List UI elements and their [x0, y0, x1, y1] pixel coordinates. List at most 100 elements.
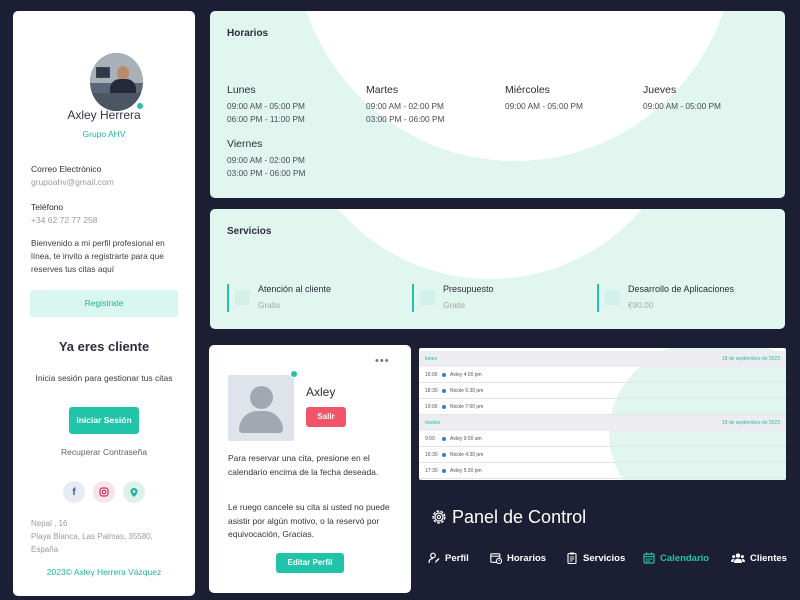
avatar-photo — [90, 53, 143, 111]
event-time: 16:00 — [425, 372, 438, 378]
service-price: Gratis — [258, 300, 281, 310]
client-subtitle: Inicia sesión para gestionar tus citas — [35, 373, 173, 383]
calendar-day-date: 18 de septiembre de 2023 — [721, 356, 780, 362]
schedule-day: Viernes 09:00 AM - 02:00 PM 03:00 PM - 0… — [227, 138, 305, 180]
nav-label: Perfil — [445, 552, 469, 564]
calendar-event-row[interactable]: 9:00 Axley 9:00 am — [419, 431, 786, 447]
booking-card: ••• Axley Salir Para reservar una cita, … — [209, 345, 411, 593]
calendar-day-date: 19 de septiembre de 2023 — [721, 420, 780, 426]
event-label: Axley 5:30 pm — [450, 468, 482, 474]
calendar-day-name: martes — [425, 420, 441, 426]
calendar-event-row[interactable]: 16:30 Nicole 4:30 pm — [419, 447, 786, 463]
service-name: Desarrollo de Aplicaciones — [628, 284, 735, 294]
day-name: Miércoles — [505, 84, 550, 96]
day-name: Jueves — [643, 84, 677, 96]
control-panel-title: Panel de Control — [430, 505, 586, 529]
calendar-event-row[interactable]: 19:00 Nicole 7:00 pm — [419, 399, 786, 415]
copyright: 2023© Axley Herrera Vázquez — [46, 567, 162, 577]
avatar — [90, 53, 144, 111]
facebook-icon[interactable]: f — [63, 481, 85, 503]
email-value: grupoahv@gmail.com — [31, 177, 114, 187]
register-button[interactable]: Registrate — [30, 290, 178, 317]
schedule-day: Miércoles 09:00 AM - 05:00 PM — [505, 84, 583, 113]
event-time: 18:30 — [425, 388, 438, 394]
nav-label: Clientes — [750, 552, 787, 564]
calendar-day-header: martes 19 de septiembre de 2023 — [419, 415, 786, 431]
phone-label: Teléfono — [31, 202, 64, 212]
time-slot: 06:00 PM - 11:00 PM — [227, 114, 305, 124]
location-icon[interactable] — [123, 481, 145, 503]
services-title: Servicios — [227, 226, 272, 237]
schedule-day: Jueves 09:00 AM - 05:00 PM — [643, 84, 721, 113]
calendar-day-header: lunes 18 de septiembre de 2023 — [419, 351, 786, 367]
booking-instructions: Para reservar una cita, presione en el c… — [228, 453, 379, 477]
event-label: Axley 4:00 pm — [450, 372, 482, 378]
day-name: Viernes — [227, 138, 263, 150]
nav-calendario[interactable]: Calendario — [643, 550, 709, 566]
nav-perfil[interactable]: Perfil — [428, 550, 469, 566]
address-line: Nepal , 16 — [31, 519, 68, 528]
service-icon — [235, 290, 250, 305]
cancel-notice: Le ruego cancele su cita si usted no pue… — [228, 502, 390, 539]
day-name: Martes — [366, 84, 399, 96]
clipboard-icon — [567, 552, 577, 564]
recover-password-link[interactable]: Recuperar Contraseña — [13, 447, 195, 457]
profile-bio: Bienvenido a mi perfil profesional en lí… — [31, 238, 165, 274]
service-icon — [605, 290, 620, 305]
service-icon — [420, 290, 435, 305]
service-price: €90.00 — [628, 300, 654, 310]
event-label: Nicole 4:30 pm — [450, 452, 484, 458]
time-slot: 09:00 AM - 05:00 PM — [505, 101, 583, 111]
time-slot: 09:00 AM - 05:00 PM — [227, 101, 305, 111]
calendar-event-row[interactable]: 17:30 Axley 5:30 pm — [419, 463, 786, 479]
schedule-day: Martes 09:00 AM - 02:00 PM 03:00 PM - 06… — [366, 84, 444, 126]
event-time: 17:30 — [425, 468, 438, 474]
nav-label: Servicios — [583, 552, 626, 564]
time-slot: 09:00 AM - 02:00 PM — [366, 101, 444, 111]
client-heading: Ya eres cliente — [58, 339, 150, 354]
day-name: Lunes — [227, 84, 256, 96]
event-time: 19:00 — [425, 404, 438, 410]
services-card: Servicios Atención al cliente Gratis Pre… — [210, 209, 785, 329]
service-name: Presupuesto — [443, 284, 494, 294]
nav-horarios[interactable]: Horarios — [490, 550, 546, 566]
service-name: Atención al cliente — [258, 284, 332, 294]
profile-name: Axley Herrera — [67, 108, 141, 122]
calendar-icon — [643, 552, 655, 564]
schedule-day: Lunes 09:00 AM - 05:00 PM 06:00 PM - 11:… — [227, 84, 305, 126]
edit-profile-button[interactable]: Editar Perfil — [276, 553, 344, 573]
social-links: f — [63, 481, 145, 503]
user-edit-icon — [428, 552, 440, 564]
calendar-preview[interactable]: lunes 18 de septiembre de 2023 16:00 Axl… — [419, 348, 786, 480]
event-time: 9:00 — [425, 436, 435, 442]
calendar-event-row[interactable]: 18:30 Nicole 6:30 pm — [419, 383, 786, 399]
address-line: Playa Blanca, Las Palmas, 35580, — [31, 532, 153, 541]
phone-value: +34 62 72 77 258 — [31, 215, 98, 225]
service-item[interactable]: Presupuesto Gratis — [412, 284, 582, 312]
control-panel-label: Panel de Control — [452, 506, 587, 527]
event-time: 16:30 — [425, 452, 438, 458]
service-item[interactable]: Desarrollo de Aplicaciones €90.00 — [597, 284, 777, 312]
login-button[interactable]: Iniciar Sesión — [69, 407, 139, 434]
logout-button[interactable]: Salir — [306, 407, 346, 427]
nav-label: Horarios — [507, 552, 547, 564]
calendar-day-name: lunes — [425, 356, 437, 362]
more-options-icon[interactable]: ••• — [375, 355, 390, 367]
users-icon — [731, 553, 745, 563]
nav-clientes[interactable]: Clientes — [731, 550, 787, 566]
time-slot: 03:00 PM - 06:00 PM — [227, 168, 306, 178]
calendar-clock-icon — [490, 553, 502, 564]
service-price: Gratis — [443, 300, 466, 310]
time-slot: 09:00 AM - 05:00 PM — [643, 101, 721, 111]
nav-servicios[interactable]: Servicios — [566, 550, 625, 566]
schedule-card: Horarios Lunes 09:00 AM - 05:00 PM 06:00… — [210, 11, 785, 198]
service-item[interactable]: Atención al cliente Gratis — [227, 284, 397, 312]
time-slot: 09:00 AM - 02:00 PM — [227, 155, 305, 165]
event-label: Nicole 6:30 pm — [450, 388, 484, 394]
calendar-event-row[interactable]: 16:00 Axley 4:00 pm — [419, 367, 786, 383]
user-name: Axley — [306, 385, 336, 399]
address-line: España — [31, 545, 59, 554]
profile-card: Axley Herrera Grupo AHV Correo Electróni… — [13, 11, 195, 596]
schedule-title: Horarios — [227, 28, 269, 39]
instagram-icon[interactable] — [93, 481, 115, 503]
